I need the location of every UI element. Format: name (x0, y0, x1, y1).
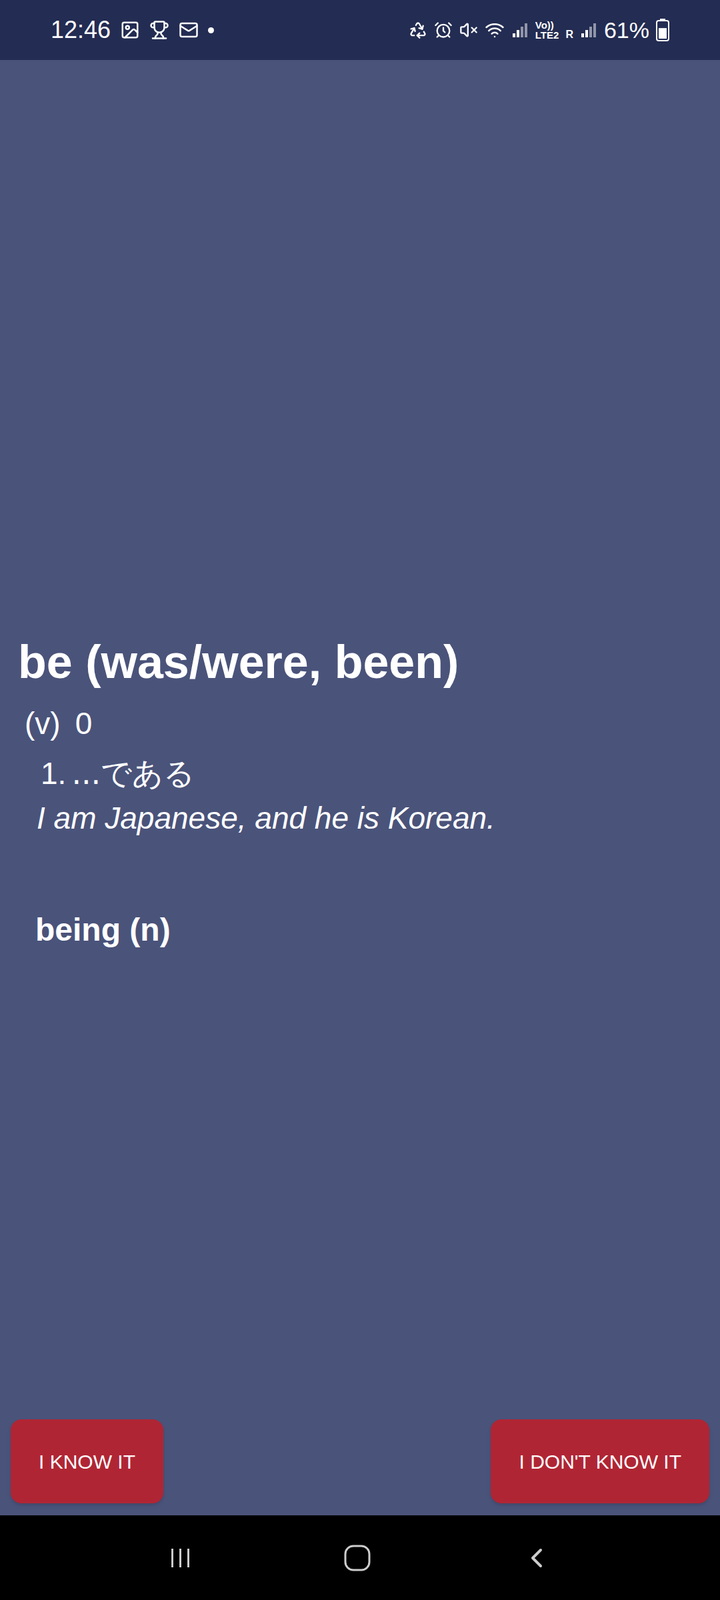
sense-meaning: ...である (71, 750, 195, 797)
gallery-icon (120, 20, 140, 40)
battery-icon (656, 18, 670, 42)
status-time: 12:46 (50, 12, 111, 48)
card-area: be (was/were, been) (v) 01....であるI am Japa… (0, 60, 720, 1516)
battery-percent: 61% (604, 13, 650, 48)
know-button[interactable]: I KNOW IT (10, 1419, 164, 1504)
wifi-icon (484, 20, 505, 40)
back-icon[interactable] (520, 1542, 553, 1574)
roaming-label: R (565, 26, 574, 43)
navigation-bar (0, 1515, 720, 1600)
dont-know-button[interactable]: I DON'T KNOW IT (490, 1419, 710, 1504)
recent-apps-icon[interactable] (167, 1544, 194, 1572)
derived-word: being (n) (35, 906, 702, 954)
sense: 1....であるI am Japanese, and he is Korean. (18, 750, 702, 840)
mute-icon (459, 20, 478, 40)
signal-2-icon (580, 21, 598, 39)
alarm-icon (434, 20, 453, 40)
signal-icon (511, 21, 529, 39)
mail-icon (178, 20, 199, 40)
dot-icon (208, 27, 214, 34)
word-entry: be (was/were, been) (v) 01....であるI am Japa… (0, 632, 720, 954)
network-label: LTE2 (535, 30, 560, 40)
word-level: 0 (75, 700, 93, 747)
app-screen: 12:46 Vo))LTE2 R 61% be (was/were, been) (v) 0… (0, 0, 720, 1600)
answer-buttons: I KNOW IT I DON'T KNOW IT (0, 1419, 720, 1516)
sense-example: I am Japanese, and he is Korean. (18, 796, 702, 840)
part-of-speech: (v) (24, 700, 61, 747)
home-icon[interactable] (342, 1543, 372, 1573)
status-bar: 12:46 Vo))LTE2 R 61% (0, 0, 720, 60)
sense-number: 1. (40, 750, 66, 797)
word-title: be (was/were, been) (18, 632, 702, 693)
battery-saver-icon (408, 20, 428, 40)
network-label: Vo)) (535, 20, 560, 30)
sports-icon (149, 20, 170, 40)
